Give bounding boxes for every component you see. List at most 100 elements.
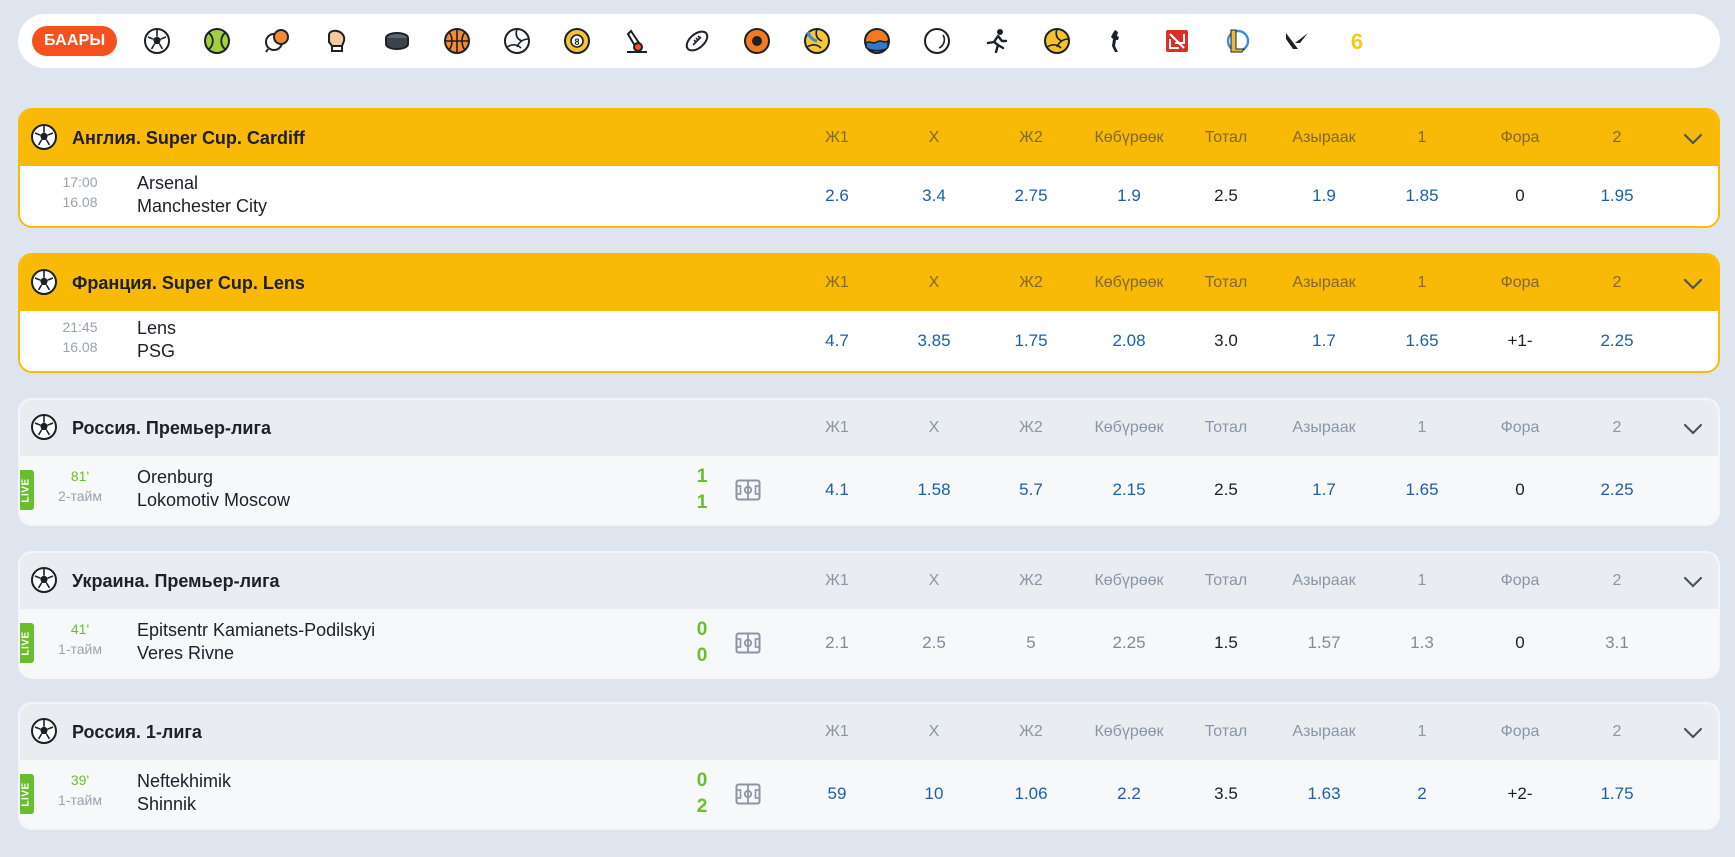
team-home[interactable]: Lens — [137, 318, 176, 339]
odds-over[interactable]: 2.08 — [1084, 331, 1174, 351]
soccer-ball-icon[interactable] — [127, 14, 187, 68]
match-time: 39' — [70, 772, 90, 788]
table-tennis-icon[interactable] — [247, 14, 307, 68]
odds-header-under: Азыраак — [1292, 723, 1356, 740]
odds-h1[interactable]: 1.65 — [1377, 331, 1467, 351]
counter-strike-icon[interactable] — [1087, 14, 1147, 68]
volleyball-icon[interactable] — [487, 14, 547, 68]
dota2-icon[interactable] — [1147, 14, 1207, 68]
odds-w1[interactable]: 4.1 — [792, 480, 882, 500]
league-name[interactable]: Франция. Super Cup. Lens — [72, 255, 305, 311]
team-home[interactable]: Arsenal — [137, 173, 198, 194]
team-away[interactable]: Veres Rivne — [137, 643, 234, 664]
odds-h2[interactable]: 1.75 — [1572, 784, 1662, 804]
odds-under[interactable]: 1.7 — [1279, 331, 1369, 351]
odds-w2[interactable]: 5 — [986, 633, 1076, 653]
odds-header-h2: 2 — [1612, 723, 1622, 740]
billiards-icon[interactable]: 8 — [547, 14, 607, 68]
team-away[interactable]: Shinnik — [137, 794, 196, 815]
league-header[interactable]: Англия. Super Cup. Cardiff Ж1 Х Ж2 Көбүрөөк Т… — [20, 110, 1718, 166]
team-home[interactable]: Orenburg — [137, 467, 213, 488]
beach-volleyball-icon[interactable] — [787, 14, 847, 68]
league-name[interactable]: Англия. Super Cup. Cardiff — [72, 110, 305, 166]
odds-draw[interactable]: 1.58 — [889, 480, 979, 500]
odds-h2[interactable]: 3.1 — [1572, 633, 1662, 653]
odds-draw[interactable]: 2.5 — [889, 633, 979, 653]
tennis-ball-icon[interactable] — [187, 14, 247, 68]
odds-w1[interactable]: 4.7 — [792, 331, 882, 351]
odds-w1[interactable]: 2.1 — [792, 633, 882, 653]
futsal-icon[interactable] — [1027, 14, 1087, 68]
match-date: 2-тайм — [58, 488, 102, 504]
league-name[interactable]: Россия. 1-лига — [72, 704, 202, 760]
odds-over[interactable]: 2.2 — [1084, 784, 1174, 804]
odds-w2[interactable]: 2.75 — [986, 186, 1076, 206]
handball-icon[interactable] — [727, 14, 787, 68]
odds-h1[interactable]: 1.85 — [1377, 186, 1467, 206]
odds-h2[interactable]: 1.95 — [1572, 186, 1662, 206]
odds-under[interactable]: 1.57 — [1279, 633, 1369, 653]
golf-ball-icon[interactable] — [907, 14, 967, 68]
rainbow-six-icon[interactable]: 6 — [1327, 14, 1387, 68]
score-home: 0 — [696, 619, 708, 640]
league-block: Россия. Премьер-лига Ж1 Х Ж2 Көбүрөөк Тотал Аз… — [18, 398, 1720, 526]
odds-w2[interactable]: 1.75 — [986, 331, 1076, 351]
hockey-puck-icon[interactable] — [367, 14, 427, 68]
water-polo-icon[interactable] — [847, 14, 907, 68]
team-away[interactable]: Lokomotiv Moscow — [137, 490, 290, 511]
american-football-icon[interactable] — [667, 14, 727, 68]
odds-over[interactable]: 1.9 — [1084, 186, 1174, 206]
chevron-down-icon[interactable] — [1682, 418, 1704, 440]
badminton-icon[interactable] — [607, 14, 667, 68]
league-name[interactable]: Украина. Премьер-лига — [72, 553, 280, 609]
basketball-icon[interactable] — [427, 14, 487, 68]
league-name[interactable]: Россия. Премьер-лига — [72, 400, 271, 456]
league-header[interactable]: Франция. Super Cup. Lens Ж1 Х Ж2 Көбүрөөк Тот… — [20, 255, 1718, 311]
odds-draw[interactable]: 3.4 — [889, 186, 979, 206]
match-row[interactable]: 21:45 16.08 Lens PSG 4.7 3.85 1.75 2.08 3.0 1.7 1.… — [20, 311, 1718, 371]
chevron-down-icon[interactable] — [1682, 571, 1704, 593]
team-home[interactable]: Neftekhimik — [137, 771, 231, 792]
odds-header-w1: Ж1 — [825, 723, 849, 740]
league-header[interactable]: Россия. Премьер-лига Ж1 Х Ж2 Көбүрөөк Тотал Аз… — [20, 400, 1718, 456]
odds-over[interactable]: 2.15 — [1084, 480, 1174, 500]
chevron-down-icon[interactable] — [1682, 128, 1704, 150]
odds-h2[interactable]: 2.25 — [1572, 480, 1662, 500]
odds-h1[interactable]: 1.3 — [1377, 633, 1467, 653]
team-away[interactable]: PSG — [137, 341, 175, 362]
odds-draw[interactable]: 10 — [889, 784, 979, 804]
match-row[interactable]: 39' 1-тайм Neftekhimik Shinnik LIVE 0 2 59 10 1.0… — [20, 760, 1718, 828]
odds-w1[interactable]: 59 — [792, 784, 882, 804]
match-row[interactable]: 17:00 16.08 Arsenal Manchester City 2.6 3.4 2.… — [20, 166, 1718, 226]
odds-draw[interactable]: 3.85 — [889, 331, 979, 351]
odds-under[interactable]: 1.9 — [1279, 186, 1369, 206]
team-away[interactable]: Manchester City — [137, 196, 267, 217]
odds-under[interactable]: 1.7 — [1279, 480, 1369, 500]
match-row[interactable]: 41' 1-тайм Epitsentr Kamianets-Podilskyi Ve… — [20, 609, 1718, 677]
match-row[interactable]: 81' 2-тайм Orenburg Lokomotiv Moscow LIVE 1 1 4… — [20, 456, 1718, 524]
match-field-icon[interactable] — [735, 632, 761, 654]
league-header[interactable]: Украина. Премьер-лига Ж1 Х Ж2 Көбүрөөк Тотал А… — [20, 553, 1718, 609]
odds-h1[interactable]: 2 — [1377, 784, 1467, 804]
odds-header-w1: Ж1 — [825, 419, 849, 436]
odds-h2[interactable]: 2.25 — [1572, 331, 1662, 351]
soccer-ball-icon — [30, 123, 58, 151]
odds-header-draw: Х — [928, 723, 940, 740]
league-header[interactable]: Россия. 1-лига Ж1 Х Ж2 Көбүрөөк Тотал Азыраак 1… — [20, 704, 1718, 760]
odds-w2[interactable]: 5.7 — [986, 480, 1076, 500]
all-sports-button[interactable]: БААРЫ — [32, 26, 118, 56]
match-field-icon[interactable] — [735, 479, 761, 501]
odds-over[interactable]: 2.25 — [1084, 633, 1174, 653]
valorant-icon[interactable] — [1267, 14, 1327, 68]
league-of-legends-icon[interactable] — [1207, 14, 1267, 68]
boxing-glove-icon[interactable] — [307, 14, 367, 68]
odds-h1[interactable]: 1.65 — [1377, 480, 1467, 500]
athletics-icon[interactable] — [967, 14, 1027, 68]
odds-w1[interactable]: 2.6 — [792, 186, 882, 206]
chevron-down-icon[interactable] — [1682, 273, 1704, 295]
odds-under[interactable]: 1.63 — [1279, 784, 1369, 804]
team-home[interactable]: Epitsentr Kamianets-Podilskyi — [137, 620, 375, 641]
match-field-icon[interactable] — [735, 783, 761, 805]
chevron-down-icon[interactable] — [1682, 722, 1704, 744]
odds-w2[interactable]: 1.06 — [986, 784, 1076, 804]
